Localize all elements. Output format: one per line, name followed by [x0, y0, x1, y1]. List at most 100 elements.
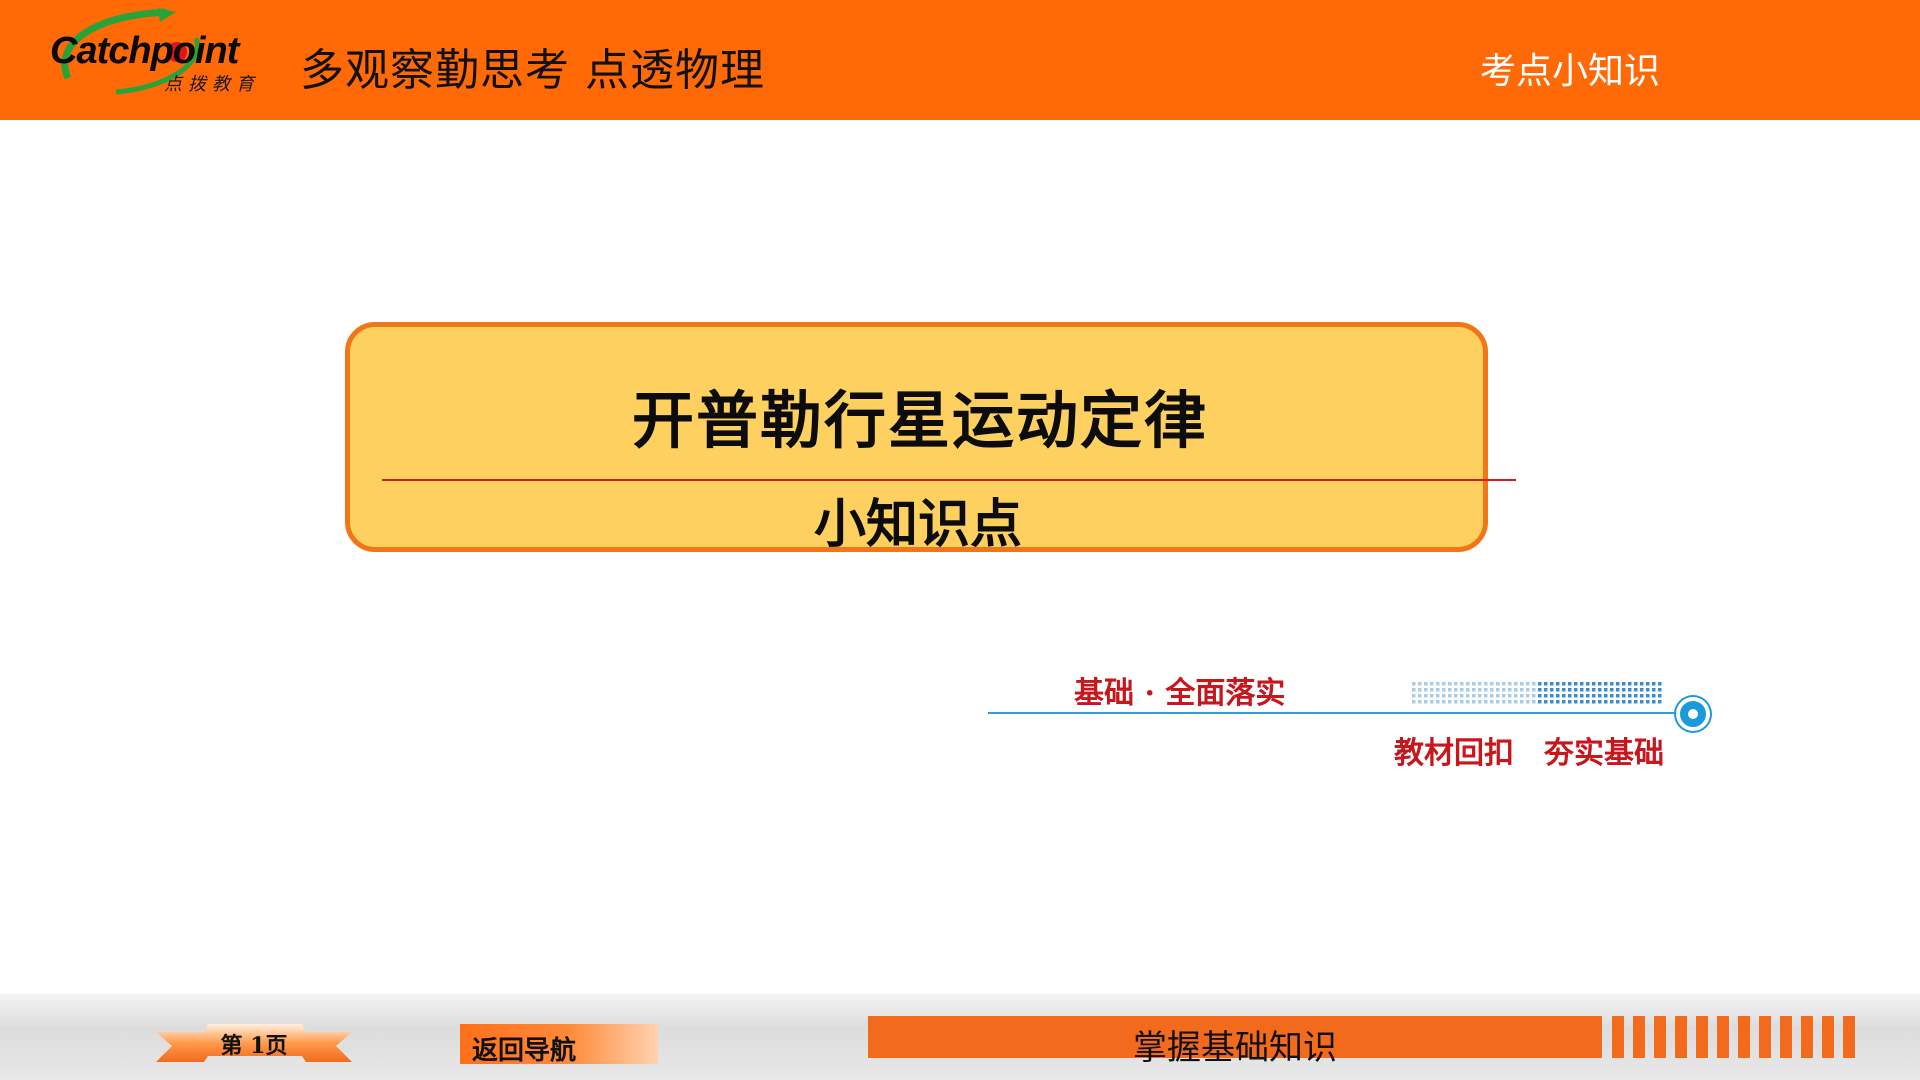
dot	[1652, 682, 1656, 686]
dot	[1556, 700, 1560, 704]
stripe	[1675, 1016, 1687, 1058]
dot	[1484, 688, 1488, 692]
stripe	[1717, 1016, 1729, 1058]
dot	[1412, 694, 1416, 698]
dot	[1496, 694, 1500, 698]
dot	[1604, 700, 1608, 704]
tagline-right: 夯实基础	[1544, 736, 1664, 771]
dot	[1568, 694, 1572, 698]
dot	[1430, 682, 1434, 686]
dot	[1556, 682, 1560, 686]
dot	[1490, 694, 1494, 698]
stripe	[1780, 1016, 1792, 1058]
dot	[1586, 688, 1590, 692]
dot	[1508, 694, 1512, 698]
dot	[1454, 694, 1458, 698]
dot	[1460, 694, 1464, 698]
dot	[1586, 682, 1590, 686]
header-slogan: 多观察勤思考 点透物理	[300, 45, 765, 96]
dot	[1418, 682, 1422, 686]
dot	[1442, 694, 1446, 698]
dot	[1616, 694, 1620, 698]
dot	[1580, 694, 1584, 698]
dot	[1508, 700, 1512, 704]
dot	[1544, 694, 1548, 698]
dot	[1556, 694, 1560, 698]
logo-sub-text: 点拨教育	[164, 74, 260, 95]
header-section-title: 考点小知识	[1480, 51, 1661, 92]
dot	[1634, 682, 1638, 686]
dot	[1628, 700, 1632, 704]
dot	[1472, 682, 1476, 686]
dot	[1658, 688, 1662, 692]
dot	[1586, 694, 1590, 698]
dot	[1484, 682, 1488, 686]
dot	[1412, 682, 1416, 686]
back-to-navigation-button[interactable]: 返回导航	[460, 1024, 658, 1066]
dot	[1502, 694, 1506, 698]
dotted-pattern-icon	[1412, 682, 1662, 704]
section-tagline: 教材回扣 夯实基础	[1394, 728, 1664, 772]
dot	[1526, 682, 1530, 686]
dot	[1538, 700, 1542, 704]
dot	[1436, 694, 1440, 698]
dot	[1424, 700, 1428, 704]
dot	[1526, 694, 1530, 698]
dot	[1478, 682, 1482, 686]
dot	[1442, 682, 1446, 686]
dot	[1562, 700, 1566, 704]
dot	[1574, 700, 1578, 704]
dot	[1628, 682, 1632, 686]
dot	[1658, 682, 1662, 686]
dot	[1658, 694, 1662, 698]
dot	[1466, 682, 1470, 686]
stripe	[1843, 1016, 1855, 1058]
dot	[1550, 682, 1554, 686]
dot	[1616, 688, 1620, 692]
dot	[1436, 688, 1440, 692]
header-bar: Catchpoint 点拨教育 多观察勤思考 点透物理 考点小知识	[0, 0, 1920, 120]
logo-brand-text: Catchpoint	[50, 30, 239, 72]
section-label: 基础 · 全面落实	[1074, 676, 1286, 711]
dot	[1568, 688, 1572, 692]
dot	[1634, 700, 1638, 704]
dot	[1580, 688, 1584, 692]
dot	[1646, 688, 1650, 692]
dot	[1598, 682, 1602, 686]
dot	[1520, 700, 1524, 704]
dot	[1490, 700, 1494, 704]
dot	[1418, 694, 1422, 698]
dot	[1652, 694, 1656, 698]
dot	[1640, 688, 1644, 692]
dot	[1592, 688, 1596, 692]
dot	[1598, 688, 1602, 692]
dot	[1562, 694, 1566, 698]
stripe	[1801, 1016, 1813, 1058]
dot	[1646, 700, 1650, 704]
dot	[1436, 682, 1440, 686]
dot	[1430, 700, 1434, 704]
dot	[1412, 700, 1416, 704]
dot	[1640, 700, 1644, 704]
dot	[1448, 694, 1452, 698]
dot	[1568, 682, 1572, 686]
dot	[1496, 682, 1500, 686]
dot	[1532, 682, 1536, 686]
dot	[1430, 688, 1434, 692]
stripe	[1633, 1016, 1645, 1058]
dot	[1502, 688, 1506, 692]
dot	[1424, 682, 1428, 686]
dot	[1436, 700, 1440, 704]
dot	[1604, 688, 1608, 692]
lesson-subtitle: 小知识点	[813, 494, 1022, 555]
dot	[1424, 694, 1428, 698]
dot	[1502, 682, 1506, 686]
dot	[1484, 694, 1488, 698]
dot	[1460, 688, 1464, 692]
stripe	[1759, 1016, 1771, 1058]
dot	[1472, 688, 1476, 692]
dot	[1490, 682, 1494, 686]
stripe	[1696, 1016, 1708, 1058]
title-divider	[382, 479, 1516, 481]
stripe	[1822, 1016, 1834, 1058]
